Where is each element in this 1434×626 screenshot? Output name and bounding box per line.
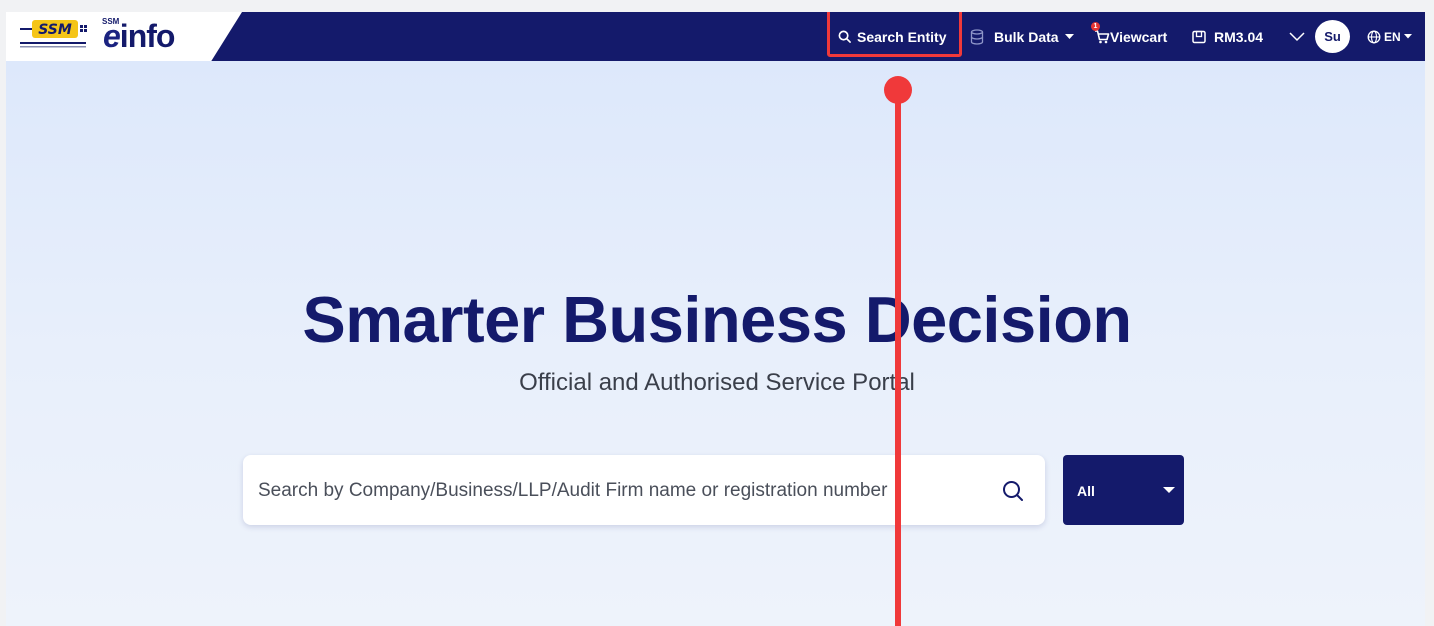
entity-search-input[interactable] (256, 477, 980, 505)
nav-bulk-data-label: Bulk Data (994, 28, 1059, 45)
globe-icon (1367, 30, 1381, 43)
nav-viewcart-label: Viewcart (1110, 28, 1168, 45)
top-navbar: SSM SSM einfo Search Entity Bulk Data Vi… (6, 12, 1425, 61)
nav-viewcart[interactable]: Viewcart (1094, 12, 1167, 61)
entity-search-box (243, 455, 1045, 525)
wallet-icon (1192, 30, 1206, 43)
chevron-down-icon (1289, 31, 1305, 41)
ssm-logo-icon: SSM (20, 20, 87, 48)
einfo-prefix: e (103, 18, 121, 54)
user-menu-toggle[interactable] (1289, 12, 1305, 61)
language-selector[interactable]: EN (1367, 12, 1412, 61)
annotation-pointer-dot (884, 76, 912, 104)
hero-subtitle: Official and Authorised Service Portal (519, 369, 915, 396)
language-label: EN (1384, 29, 1401, 44)
hero-title: Smarter Business Decision (302, 283, 1132, 356)
cart-count-badge: 1 (1091, 22, 1100, 31)
annotation-pointer-line (895, 90, 901, 626)
annotation-highlight-box (827, 12, 962, 57)
caret-down-icon (1064, 33, 1074, 39)
entity-type-value: All (1077, 483, 1095, 499)
nav-bulk-data[interactable]: Bulk Data (970, 12, 1074, 61)
einfo-suffix: info (119, 18, 176, 54)
user-avatar[interactable]: Su (1315, 20, 1350, 53)
entity-type-select[interactable]: All (1063, 455, 1184, 525)
caret-down-icon (1403, 34, 1412, 39)
nav-balance-label: RM3.04 (1214, 28, 1264, 45)
nav-balance[interactable]: RM3.04 (1192, 12, 1263, 61)
page-frame: SSM SSM einfo Search Entity Bulk Data Vi… (6, 12, 1425, 626)
cart-icon (1095, 29, 1110, 43)
search-icon (1003, 481, 1023, 501)
svg-text:SSM: SSM (38, 22, 72, 38)
einfo-wordmark: einfo (103, 16, 176, 56)
database-icon (970, 28, 984, 45)
brand-logo-panel[interactable]: SSM SSM einfo (6, 12, 242, 61)
search-submit-button[interactable] (999, 477, 1027, 505)
caret-down-icon (1163, 487, 1175, 493)
